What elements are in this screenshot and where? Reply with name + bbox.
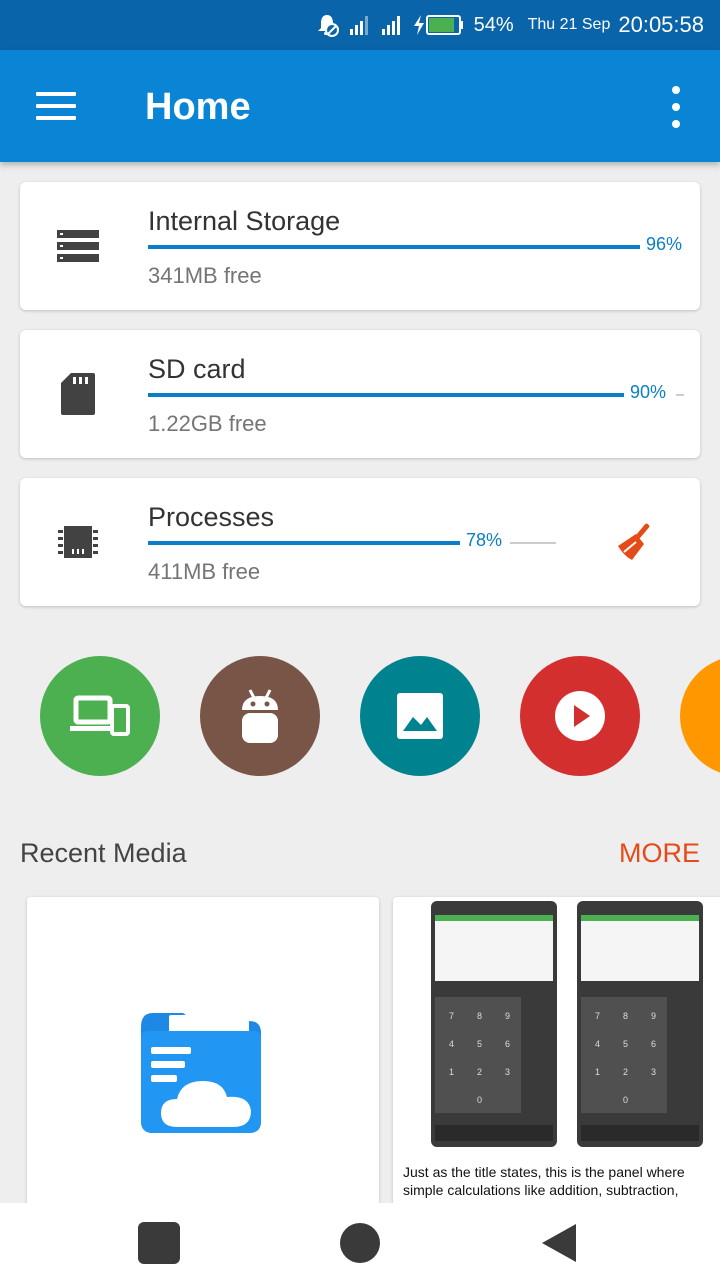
more-vert-icon[interactable] bbox=[666, 86, 686, 128]
documents-shortcut[interactable] bbox=[680, 656, 720, 776]
card-title: Internal Storage bbox=[148, 206, 341, 236]
svg-text:8: 8 bbox=[477, 1011, 482, 1021]
usage-percent: 90% bbox=[630, 382, 667, 402]
signal-sim2-icon bbox=[380, 13, 404, 37]
svg-text:1: 1 bbox=[449, 1067, 454, 1077]
apps-shortcut[interactable] bbox=[200, 656, 320, 776]
android-icon bbox=[242, 689, 278, 743]
free-space: 411MB free bbox=[148, 559, 261, 584]
images-shortcut[interactable] bbox=[360, 656, 480, 776]
caption-line: simple calculations like addition, subtr… bbox=[403, 1182, 679, 1198]
calculator-screenshot-thumbnail: 7 8 9 4 5 6 1 2 3 0 7 8 9 4 5 6 1 2 3 0 bbox=[431, 901, 703, 1147]
svg-text:6: 6 bbox=[505, 1039, 510, 1049]
media-caption: Just as the title states, this is the pa… bbox=[403, 1163, 720, 1199]
media-item[interactable]: 7 8 9 4 5 6 1 2 3 0 7 8 9 4 5 6 1 2 3 0 … bbox=[393, 897, 720, 1217]
media-item[interactable] bbox=[27, 897, 379, 1217]
svg-text:9: 9 bbox=[651, 1011, 656, 1021]
storage-icon bbox=[54, 222, 102, 270]
svg-text:3: 3 bbox=[651, 1067, 656, 1077]
svg-text:1: 1 bbox=[595, 1067, 600, 1077]
status-time: 20:05:58 bbox=[618, 12, 704, 37]
battery-charging-icon bbox=[412, 13, 466, 37]
card-title: SD card bbox=[148, 354, 246, 384]
battery-percent: 54% bbox=[473, 13, 514, 36]
sd-card-icon bbox=[54, 370, 102, 418]
shortcut-row bbox=[0, 656, 720, 776]
devices-shortcut[interactable] bbox=[40, 656, 160, 776]
svg-text:7: 7 bbox=[595, 1011, 600, 1021]
image-icon bbox=[397, 693, 443, 739]
svg-text:4: 4 bbox=[449, 1039, 454, 1049]
home-button[interactable] bbox=[339, 1222, 381, 1269]
system-nav-bar bbox=[0, 1203, 720, 1280]
back-triangle-icon bbox=[542, 1224, 576, 1262]
status-date: Thu 21 Sep bbox=[527, 16, 611, 33]
page-title: Home bbox=[145, 86, 251, 128]
section-title-recent-media: Recent Media bbox=[20, 838, 187, 868]
usage-percent: 78% bbox=[466, 530, 503, 550]
memory-chip-icon bbox=[54, 518, 102, 566]
svg-text:3: 3 bbox=[505, 1067, 510, 1077]
svg-text:4: 4 bbox=[595, 1039, 600, 1049]
usage-percent: 96% bbox=[646, 234, 683, 254]
caption-line: Just as the title states, this is the pa… bbox=[403, 1164, 685, 1180]
svg-text:5: 5 bbox=[623, 1039, 628, 1049]
videos-shortcut[interactable] bbox=[520, 656, 640, 776]
svg-text:2: 2 bbox=[477, 1067, 482, 1077]
sd-card-card[interactable]: SD card 90% 1.22GB free bbox=[20, 330, 700, 458]
svg-text:5: 5 bbox=[477, 1039, 482, 1049]
hamburger-menu-icon[interactable] bbox=[36, 92, 76, 122]
status-bar: 54% Thu 21 Sep 20:05:58 bbox=[0, 0, 720, 50]
home-circle-icon bbox=[340, 1223, 380, 1263]
free-space: 1.22GB free bbox=[148, 411, 267, 436]
play-icon bbox=[555, 691, 605, 741]
cloud-folder-icon bbox=[141, 1013, 261, 1133]
card-title: Processes bbox=[148, 502, 275, 532]
internal-storage-card[interactable]: Internal Storage 96% 341MB free bbox=[20, 182, 700, 310]
recents-square-icon bbox=[138, 1222, 180, 1264]
processes-card[interactable]: Processes 78% 411MB free bbox=[20, 478, 700, 606]
svg-text:0: 0 bbox=[477, 1095, 482, 1105]
app-bar: Home bbox=[0, 50, 720, 162]
signal-sim1-icon bbox=[348, 13, 372, 37]
recents-button[interactable] bbox=[138, 1222, 180, 1269]
free-space: 341MB free bbox=[148, 263, 262, 288]
back-button[interactable] bbox=[540, 1222, 578, 1269]
svg-text:2: 2 bbox=[623, 1067, 628, 1077]
svg-text:6: 6 bbox=[651, 1039, 656, 1049]
svg-text:8: 8 bbox=[623, 1011, 628, 1021]
devices-icon bbox=[70, 695, 130, 736]
svg-text:7: 7 bbox=[449, 1011, 454, 1021]
more-button[interactable]: MORE bbox=[619, 838, 700, 869]
svg-text:0: 0 bbox=[623, 1095, 628, 1105]
notification-muted-icon bbox=[314, 12, 340, 38]
broom-clean-icon[interactable] bbox=[612, 518, 660, 566]
svg-text:9: 9 bbox=[505, 1011, 510, 1021]
